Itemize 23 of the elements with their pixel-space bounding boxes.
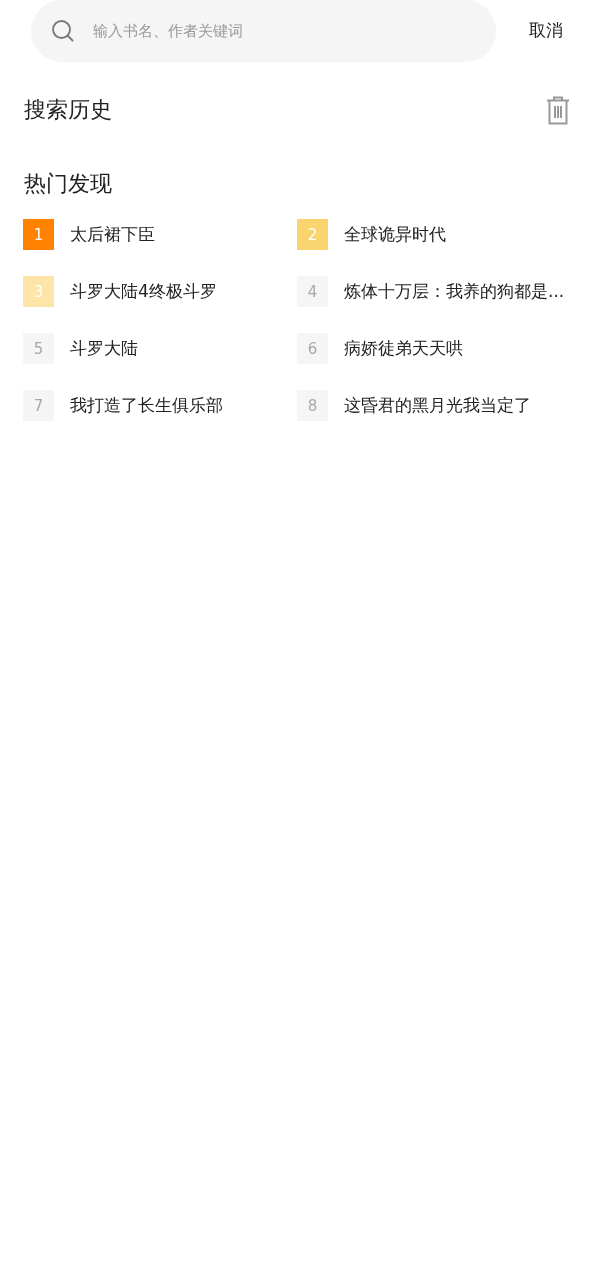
hot-search-link[interactable]: 炼体十万层：我养的狗都是...: [344, 279, 565, 305]
search-bar[interactable]: 输入书名、作者关键词: [31, 0, 496, 62]
rank-badge: 4: [297, 276, 328, 308]
rank-badge: 1: [23, 219, 54, 251]
hot-search-link[interactable]: 斗罗大陆4终极斗罗: [70, 279, 217, 305]
search-field[interactable]: 输入书名、作者关键词: [91, 18, 476, 44]
section-title: 搜索历史: [24, 97, 112, 124]
rank-badge: 7: [23, 390, 54, 422]
hot-search-link[interactable]: 我打造了长生俱乐部: [70, 393, 223, 419]
trash-icon[interactable]: [546, 96, 570, 125]
rank-badge: 3: [23, 276, 54, 308]
section-title: 热门发现: [24, 171, 113, 198]
cancel-button[interactable]: 取消: [529, 18, 563, 44]
rank-badge: 8: [297, 390, 328, 422]
rank-badge: 5: [23, 333, 54, 365]
hot-search-link[interactable]: 太后裙下臣: [70, 222, 155, 248]
hot-search-link[interactable]: 病娇徒弟天天哄: [344, 336, 463, 362]
search-icon: [51, 19, 75, 43]
rank-badge: 2: [297, 219, 328, 251]
hot-search-link[interactable]: 这昏君的黑月光我当定了: [344, 393, 531, 419]
hot-search-link[interactable]: 斗罗大陆: [70, 336, 138, 362]
hot-search-link[interactable]: 全球诡异时代: [344, 222, 446, 248]
rank-badge: 6: [297, 333, 328, 365]
